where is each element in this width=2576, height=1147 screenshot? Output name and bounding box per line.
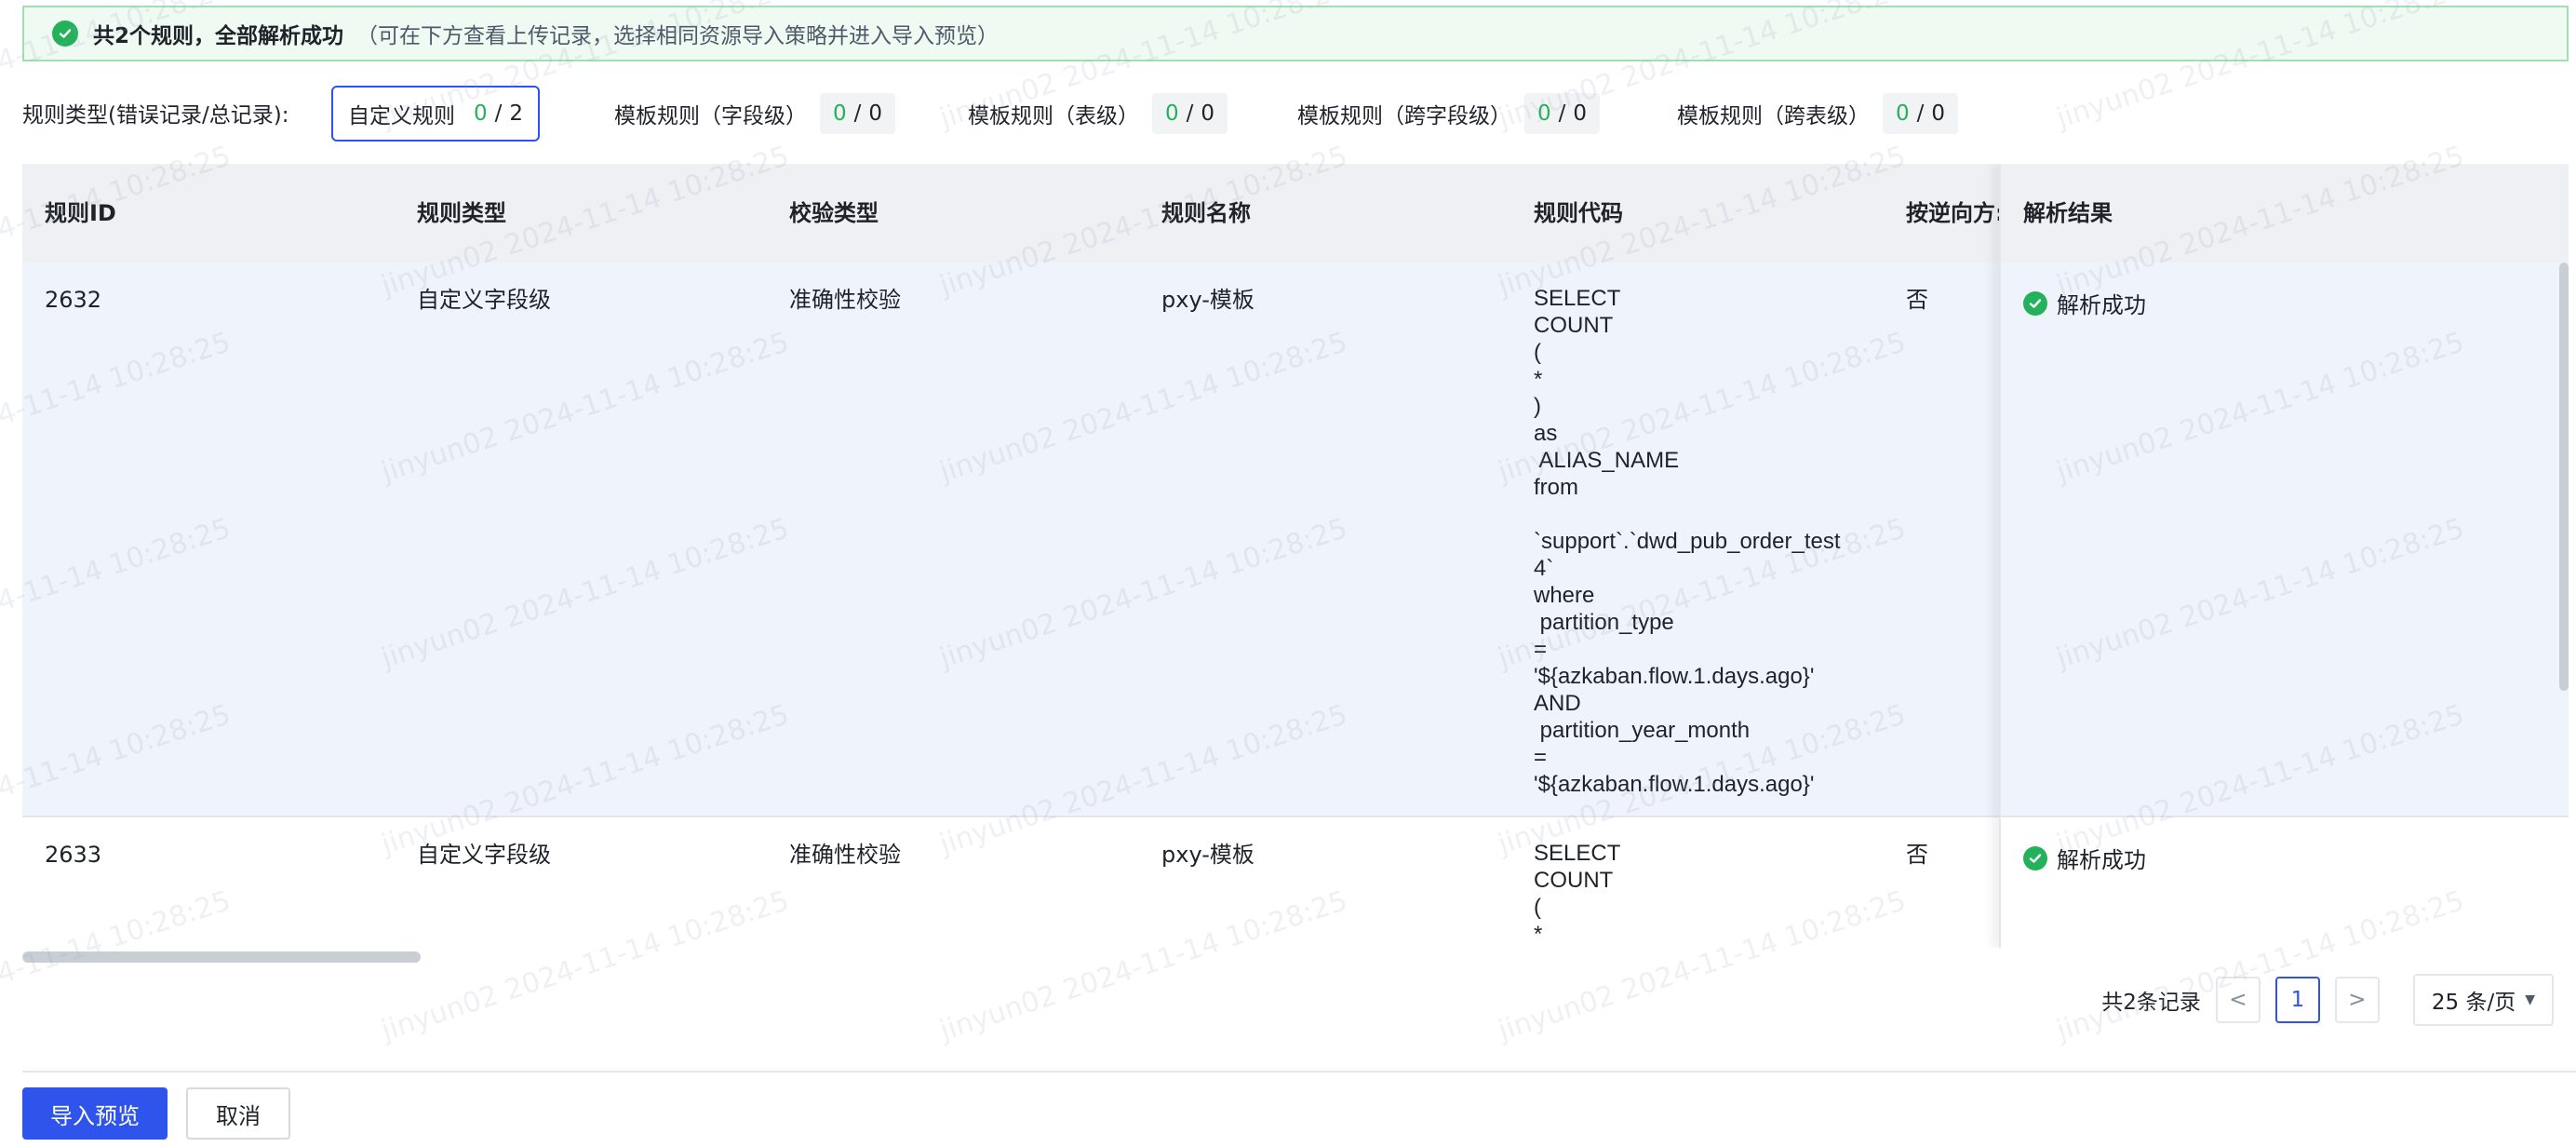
code-line: partition_type [1534, 610, 1674, 635]
cancel-button[interactable]: 取消 [186, 1087, 290, 1140]
code-line: ) [1534, 394, 1541, 419]
check-circle-icon [2023, 290, 2047, 316]
chip-label: 模板规则（字段级） [614, 104, 807, 128]
parse-status: 解析成功 [2023, 287, 2146, 319]
chip-label: 模板规则（跨字段级） [1297, 104, 1511, 128]
cell-rule-name: pxy-模板 [1161, 842, 1254, 868]
column-header-rule-name: 规则名称 [1161, 200, 1251, 226]
result-cell: 解析成功 [2001, 263, 2569, 817]
code-line: partition_year_month [1534, 718, 1751, 743]
chip-count: 0/0 [1883, 93, 1959, 134]
rule-type-filters: 规则类型(错误记录/总记录): 自定义规则 0/2 模板规则（字段级） 0/0 … [22, 86, 2554, 142]
parse-status: 解析成功 [2023, 842, 2146, 874]
prev-page-button[interactable]: < [2215, 977, 2261, 1023]
chip-count: 0/0 [820, 93, 896, 134]
cell-rule-code: SELECT COUNT(*) as ALIAS_NAME from `support… [1534, 285, 1869, 798]
cell-rule-id: 2633 [45, 842, 102, 868]
code-line: SELECT [1534, 286, 1621, 311]
filter-chip-field-template[interactable]: 模板规则（字段级） 0/0 [614, 86, 896, 142]
cell-check-type: 准确性校验 [789, 842, 901, 868]
result-cell: 解析成功 [2001, 817, 2569, 948]
pagination: 共2条记录 < 1 > 25 条/页 ▼ [2101, 974, 2554, 1026]
column-header-reverse: 按逆向方: [1906, 200, 1999, 226]
code-line: = [1534, 637, 1548, 662]
code-line: * [1534, 367, 1543, 392]
code-line: ALIAS_NAME [1534, 448, 1680, 473]
column-header-id: 规则ID [45, 200, 116, 226]
column-header-rule-code: 规则代码 [1534, 200, 1623, 226]
footer-divider [22, 1071, 2576, 1073]
chip-label: 模板规则（跨表级） [1677, 104, 1870, 128]
cell-rule-type: 自定义字段级 [417, 287, 551, 313]
code-line: from [1534, 475, 1578, 500]
import-preview-button[interactable]: 导入预览 [22, 1087, 168, 1140]
column-header-rule-type: 规则类型 [417, 200, 506, 226]
filter-chip-table-template[interactable]: 模板规则（表级） 0/0 [968, 86, 1228, 142]
code-line: AND [1534, 691, 1581, 716]
horizontal-scrollbar[interactable] [22, 951, 421, 963]
code-line: SELECT [1534, 841, 1621, 866]
check-circle-icon [2023, 845, 2047, 870]
alert-hint: （可在下方查看上传记录，选择相同资源导入策略并进入导入预览） [356, 24, 1000, 48]
code-line: 4` [1534, 556, 1554, 581]
parse-status-text: 解析成功 [2057, 292, 2146, 318]
filter-chip-custom[interactable]: 自定义规则 0/2 [331, 86, 541, 142]
cell-check-type: 准确性校验 [789, 287, 901, 313]
code-line: '${azkaban.flow.1.days.ago}' [1534, 664, 1815, 689]
page-size-select[interactable]: 25 条/页 ▼ [2412, 974, 2554, 1026]
cell-reverse: 否 [1906, 842, 1928, 868]
code-line: as [1534, 421, 1558, 446]
pagination-total: 共2条记录 [2101, 991, 2201, 1015]
filter-chip-cross-table-template[interactable]: 模板规则（跨表级） 0/0 [1677, 86, 1959, 142]
code-line: = [1534, 745, 1548, 770]
page-size-value: 25 条/页 [2431, 991, 2516, 1015]
alert-title: 共2个规则，全部解析成功 [93, 24, 344, 48]
next-page-button[interactable]: > [2334, 977, 2380, 1023]
cell-rule-id: 2632 [45, 287, 102, 313]
rules-table: 规则ID 规则类型 校验类型 规则名称 规则代码 按逆向方: 2632 自定义字… [22, 164, 2569, 948]
chip-count: 0/0 [1524, 93, 1601, 134]
filter-chip-cross-field-template[interactable]: 模板规则（跨字段级） 0/0 [1297, 86, 1601, 142]
check-circle-icon [52, 20, 78, 47]
cell-rule-code: SELECTCOUNT(*` [1534, 840, 1869, 948]
code-line: * [1534, 922, 1543, 947]
filter-label: 规则类型(错误记录/总记录): [22, 103, 289, 128]
code-line: `support`.`dwd_pub_order_test [1534, 529, 1841, 554]
cell-rule-name: pxy-模板 [1161, 287, 1254, 313]
success-alert: 共2个规则，全部解析成功 （可在下方查看上传记录，选择相同资源导入策略并进入导入… [22, 6, 2569, 61]
code-line: ( [1534, 895, 1541, 920]
column-header-check-type: 校验类型 [789, 200, 879, 226]
cell-rule-type: 自定义字段级 [417, 842, 551, 868]
code-line: where [1534, 583, 1595, 608]
chip-label: 模板规则（表级） [968, 104, 1139, 128]
column-header-result: 解析结果 [2001, 164, 2569, 263]
cell-reverse: 否 [1906, 287, 1928, 313]
code-line: '${azkaban.flow.1.days.ago}' [1534, 772, 1815, 797]
caret-down-icon: ▼ [2525, 992, 2535, 1007]
chip-count: 0/2 [474, 101, 524, 126]
vertical-scrollbar[interactable] [2559, 263, 2569, 691]
chip-label: 自定义规则 [348, 104, 455, 128]
code-line: COUNT [1534, 313, 1614, 338]
chip-count: 0/0 [1152, 93, 1228, 134]
code-line: COUNT [1534, 868, 1614, 893]
fixed-result-column: 解析结果 解析成功 解析成功 [1999, 164, 2569, 948]
parse-status-text: 解析成功 [2057, 847, 2146, 873]
page-number-button[interactable]: 1 [2274, 977, 2320, 1023]
code-line: ( [1534, 340, 1541, 365]
